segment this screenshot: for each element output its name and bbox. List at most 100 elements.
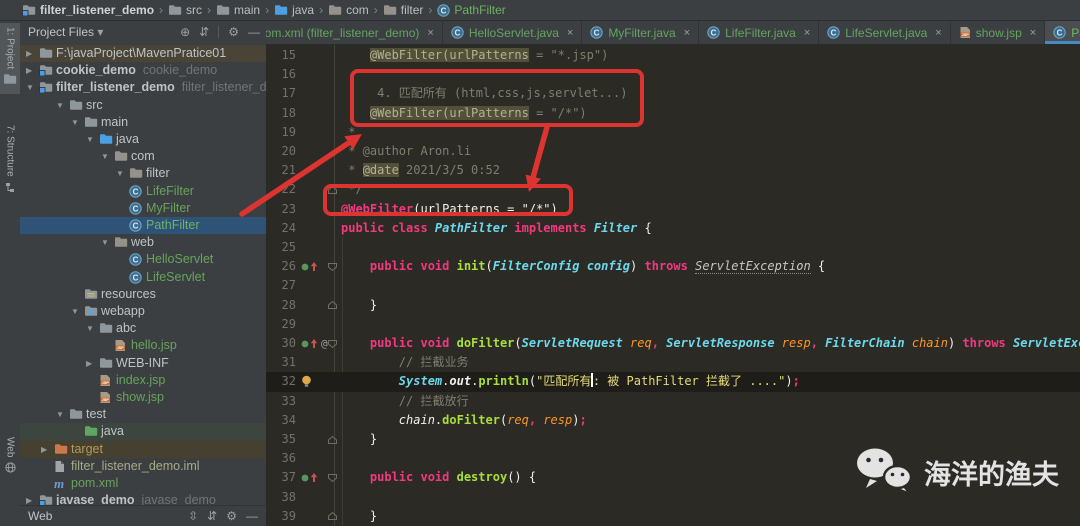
hide-panel-icon[interactable]: — (246, 509, 258, 523)
breadcrumb-item-pathfilter[interactable]: C PathFilter (437, 3, 506, 17)
code-line[interactable]: 25 (266, 238, 1080, 257)
close-icon[interactable]: × (1030, 27, 1036, 39)
fold-marker-icon[interactable] (327, 262, 338, 272)
tree-item-lifeservlet[interactable]: C LifeServlet (20, 269, 266, 286)
close-icon[interactable]: × (684, 27, 690, 39)
code-line[interactable]: 28 } (266, 296, 1080, 315)
code-line[interactable]: 27 (266, 276, 1080, 295)
tree-item-pathfilter[interactable]: C PathFilter (20, 217, 266, 235)
locate-icon[interactable]: ⊕ (180, 25, 190, 39)
chevron-right-icon[interactable]: ▶ (26, 49, 32, 58)
code-line[interactable]: 18 @WebFilter(urlPatterns = "/*") (266, 104, 1080, 123)
breadcrumb-item-main[interactable]: main (216, 3, 260, 17)
code-line[interactable]: 26 public void init(FilterConfig config)… (266, 257, 1080, 276)
tab-lifefilter-java[interactable]: C LifeFilter.java × (699, 21, 820, 44)
collapse-all-icon[interactable]: ⇵ (207, 509, 217, 523)
fold-marker-icon[interactable] (327, 185, 338, 195)
chevron-down-icon[interactable]: ▼ (71, 118, 79, 127)
expand-all-icon[interactable]: ⇳ (188, 509, 198, 523)
tree-item-test[interactable]: ▼ test (20, 406, 266, 423)
code-line[interactable]: 19 * (266, 123, 1080, 142)
tab-show-jsp[interactable]: JSP show.jsp × (951, 21, 1046, 44)
implement-method-icon[interactable] (300, 472, 320, 484)
settings-gear-icon[interactable]: ⚙ (228, 25, 239, 39)
chevron-down-icon[interactable]: ▼ (101, 152, 109, 161)
tab-pom-xml-filter-listener-demo-[interactable]: pom.xml (filter_listener_demo) × (266, 21, 443, 44)
code-line[interactable]: 30 @ public void doFilter(ServletRequest … (266, 334, 1080, 353)
tab-myfilter-java[interactable]: C MyFilter.java × (582, 21, 700, 44)
tree-item-filter[interactable]: ▼ filter (20, 165, 266, 182)
code-line[interactable]: 32 System.out.println("匹配所有: 被 PathFilte… (266, 372, 1080, 392)
tab-pathfilter-java[interactable]: CPathFilter.java× (1045, 21, 1080, 44)
code-line[interactable]: 39 } (266, 507, 1080, 526)
close-icon[interactable]: × (804, 27, 810, 39)
tree-item-web-inf[interactable]: ▶ WEB-INF (20, 355, 266, 372)
code-line[interactable]: 16 (266, 65, 1080, 84)
tree-item-com[interactable]: ▼ com (20, 148, 266, 165)
chevron-down-icon[interactable]: ▼ (56, 101, 64, 110)
collapse-all-icon[interactable]: ⇵ (199, 25, 209, 39)
code-line[interactable]: 31 // 拦截业务 (266, 353, 1080, 372)
code-line[interactable]: 29 (266, 315, 1080, 334)
fold-marker-icon[interactable] (327, 511, 338, 521)
fold-marker-icon[interactable] (327, 473, 338, 483)
tree-item-pom-xml[interactable]: m pom.xml (20, 475, 266, 492)
intention-bulb-icon[interactable] (300, 375, 313, 388)
tab-lifeservlet-java[interactable]: C LifeServlet.java × (819, 21, 951, 44)
tree-item-resources[interactable]: resources (20, 286, 266, 303)
tree-item-myfilter[interactable]: C MyFilter (20, 200, 266, 217)
chevron-down-icon[interactable]: ▼ (56, 410, 64, 419)
code-line[interactable]: 17 4. 匹配所有 (html,css,js,servlet...) (266, 84, 1080, 103)
code-line[interactable]: 23 @WebFilter(urlPatterns = "/*") (266, 200, 1080, 219)
tree-item-abc[interactable]: ▼ abc (20, 320, 266, 337)
code-line[interactable]: 22 */ (266, 180, 1080, 199)
close-icon[interactable]: × (567, 27, 573, 39)
chevron-down-icon[interactable]: ▼ (86, 135, 94, 144)
settings-gear-icon[interactable]: ⚙ (226, 509, 237, 523)
code-line[interactable]: 24 public class PathFilter implements Fil… (266, 219, 1080, 238)
tree-item-index-jsp[interactable]: JSP index.jsp (20, 372, 266, 389)
chevron-right-icon[interactable]: ▶ (41, 445, 47, 454)
tree-item-f-javaproject-mavenpratice01[interactable]: ▶ F:\javaProject\MavenPratice01 (20, 45, 266, 63)
tree-item-java[interactable]: ▼ java (20, 131, 266, 148)
close-icon[interactable]: × (427, 27, 433, 39)
tree-item-main[interactable]: ▼ main (20, 114, 266, 131)
fold-marker-icon[interactable] (327, 300, 338, 310)
code-line[interactable]: 20 * @author Aron.li (266, 142, 1080, 161)
implement-method-icon[interactable] (300, 261, 320, 273)
code-line[interactable]: 34 chain.doFilter(req, resp); (266, 411, 1080, 430)
tree-item-filter-listener-demo-iml[interactable]: filter_listener_demo.iml (20, 458, 266, 475)
tree-item-lifefilter[interactable]: C LifeFilter (20, 183, 266, 200)
chevron-right-icon[interactable]: ▶ (86, 359, 92, 368)
toolwindow-button-structure[interactable]: 7: Structure (0, 121, 20, 202)
tree-item-java[interactable]: java (20, 423, 266, 441)
fold-marker-icon[interactable] (327, 435, 338, 445)
close-icon[interactable]: × (935, 27, 941, 39)
breadcrumb-item-java[interactable]: java (274, 3, 314, 17)
implement-method-icon[interactable] (300, 338, 320, 350)
tree-item-target[interactable]: ▶ target (20, 440, 266, 458)
chevron-down-icon[interactable]: ▼ (86, 324, 94, 333)
breadcrumb-item-filter_listener_demo[interactable]: filter_listener_demo (22, 3, 154, 17)
chevron-down-icon[interactable]: ▼ (71, 307, 79, 316)
chevron-down-icon[interactable]: ▼ (116, 169, 124, 178)
chevron-right-icon[interactable]: ▶ (26, 66, 32, 75)
tree-item-src[interactable]: ▼ src (20, 97, 266, 114)
breadcrumb-item-com[interactable]: com (328, 3, 369, 17)
toolwindow-button-project[interactable]: 1: Project (0, 23, 20, 95)
tab-helloservlet-java[interactable]: C HelloServlet.java × (443, 21, 583, 44)
tree-item-hello-jsp[interactable]: JSP hello.jsp (20, 337, 266, 354)
fold-marker-icon[interactable] (327, 339, 338, 349)
code-line[interactable]: 15 @WebFilter(urlPatterns = "*.jsp") (266, 46, 1080, 65)
tree-item-helloservlet[interactable]: C HelloServlet (20, 251, 266, 268)
tree-item-web[interactable]: ▼ web (20, 234, 266, 251)
tree-item-javase-demo[interactable]: ▶ javase_demo javase_demo (20, 492, 266, 505)
chevron-down-icon[interactable]: ▼ (101, 238, 109, 247)
breadcrumb-item-filter[interactable]: filter (383, 3, 423, 17)
project-view-dropdown[interactable]: Project Files ▾ (28, 25, 103, 39)
tree-item-webapp[interactable]: ▼ webapp (20, 303, 266, 320)
code-line[interactable]: 33 // 拦截放行 (266, 392, 1080, 411)
chevron-down-icon[interactable]: ▼ (26, 83, 34, 92)
chevron-right-icon[interactable]: ▶ (26, 496, 32, 505)
tree-item-show-jsp[interactable]: JSP show.jsp (20, 389, 266, 406)
